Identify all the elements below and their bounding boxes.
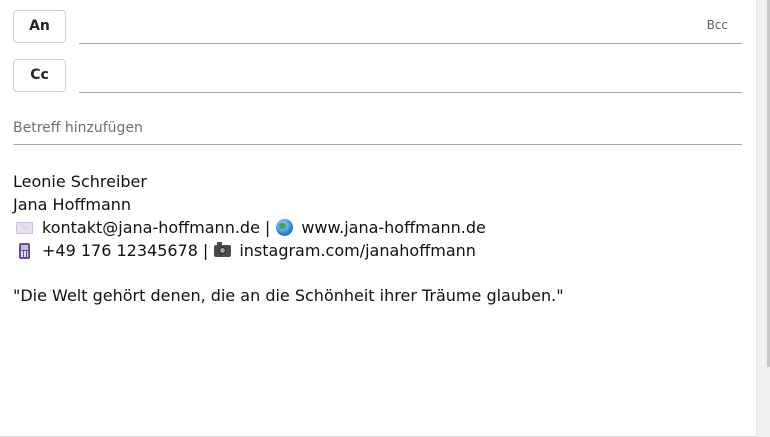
signature-website: www.jana-hoffmann.de — [301, 217, 486, 237]
signature-phone: +49 176 12345678 — [42, 240, 198, 260]
email-compose-pane: An Bcc Cc Leonie Schreiber Jana Hoffmann… — [0, 0, 756, 437]
globe-icon — [276, 219, 294, 236]
to-field[interactable] — [79, 10, 742, 44]
to-button[interactable]: An — [13, 9, 66, 43]
signature-phone-line: +49 176 12345678 | instagram.com/janahof… — [13, 239, 742, 262]
signature-contact-line: kontakt@jana-hoffmann.de | www.jana-hoff… — [13, 216, 742, 239]
to-row: An Bcc — [13, 8, 742, 44]
cc-field[interactable] — [79, 59, 742, 93]
subject-row — [13, 114, 742, 145]
separator: | — [202, 240, 209, 260]
subject-input[interactable] — [13, 114, 742, 142]
mobile-phone-icon — [19, 242, 30, 259]
message-body[interactable]: Leonie Schreiber Jana Hoffmann kontakt@j… — [13, 170, 742, 307]
cc-button[interactable]: Cc — [13, 58, 66, 92]
signature-email: kontakt@jana-hoffmann.de — [42, 217, 260, 237]
vertical-scrollbar[interactable] — [756, 0, 770, 437]
camera-icon — [214, 241, 232, 257]
signature-name-1: Leonie Schreiber — [13, 171, 147, 191]
envelope-icon — [16, 221, 33, 234]
signature-name-2: Jana Hoffmann — [13, 194, 132, 214]
separator: | — [264, 217, 271, 237]
signature-instagram: instagram.com/janahoffmann — [239, 240, 476, 260]
signature-quote: "Die Welt gehört denen, die an die Schön… — [13, 285, 564, 305]
cc-row: Cc — [13, 57, 742, 93]
bcc-link[interactable]: Bcc — [707, 18, 728, 32]
